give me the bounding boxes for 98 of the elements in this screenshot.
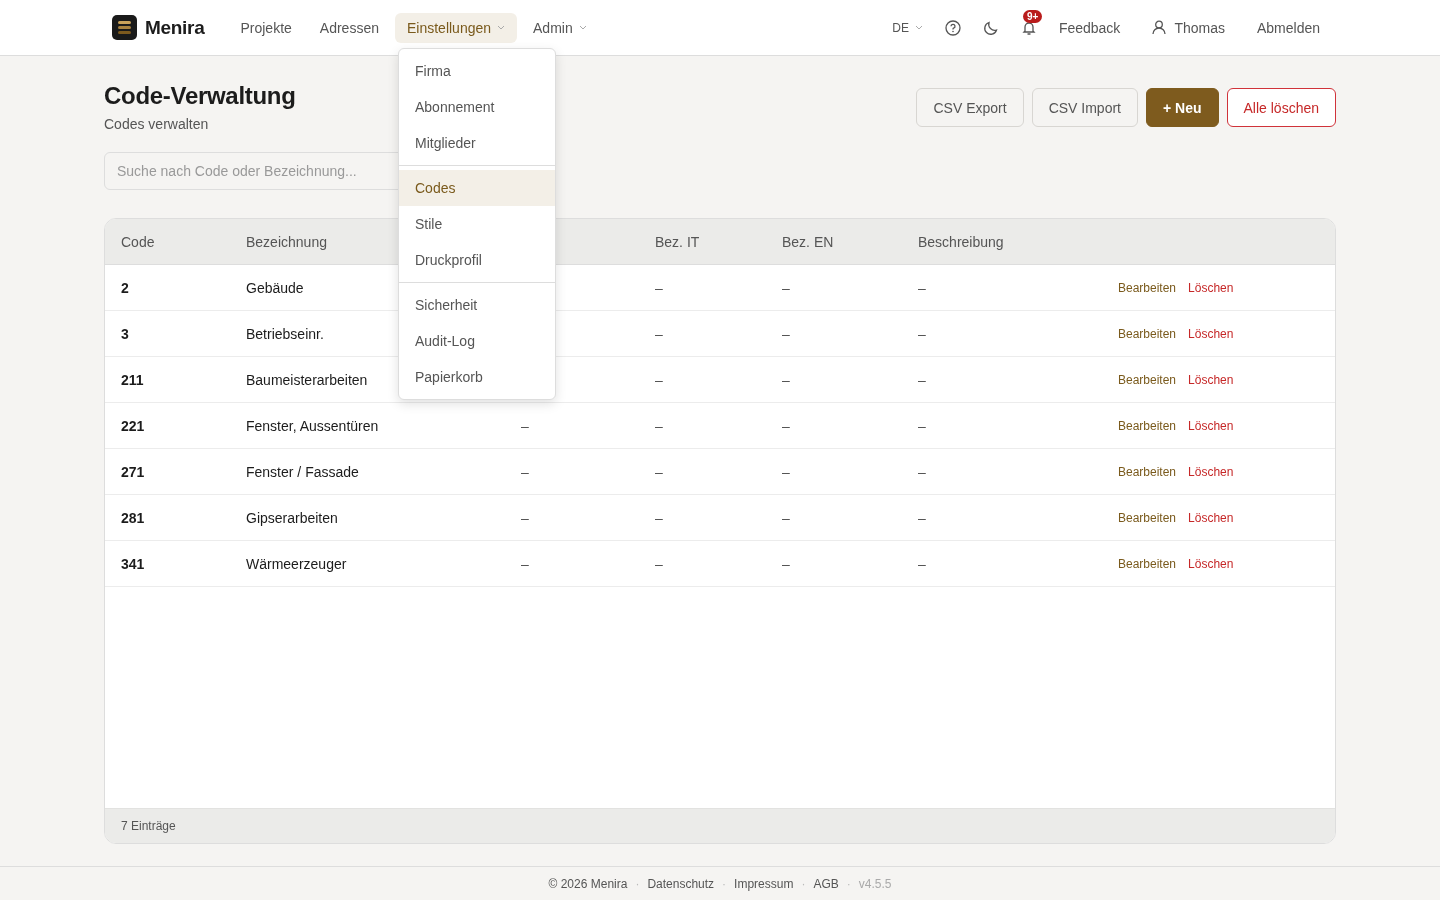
delete-link[interactable]: Löschen bbox=[1188, 418, 1234, 433]
delete-all-button[interactable]: Alle löschen bbox=[1226, 88, 1336, 127]
table-cell: Gebäude bbox=[246, 279, 304, 296]
logo-icon bbox=[112, 15, 137, 40]
page-subtitle: Codes verwalten bbox=[104, 116, 210, 132]
table-cell: – bbox=[918, 279, 926, 296]
edit-link[interactable]: Bearbeiten bbox=[1118, 372, 1177, 387]
table-cell: 221 bbox=[121, 417, 145, 434]
table-cell: – bbox=[655, 509, 663, 526]
separator-dot: · bbox=[846, 876, 851, 891]
footer-link[interactable]: Impressum bbox=[734, 876, 794, 891]
delete-link[interactable]: Löschen bbox=[1188, 556, 1234, 571]
table-cell: – bbox=[655, 417, 663, 434]
table-cell: Fenster, Aussentüren bbox=[246, 417, 379, 434]
table-cell: – bbox=[521, 555, 529, 572]
separator-dot: · bbox=[801, 876, 806, 891]
user-name: Thomas bbox=[1174, 19, 1225, 36]
footer-link[interactable]: Datenschutz bbox=[647, 876, 715, 891]
column-header: Bezeichnung bbox=[246, 233, 327, 250]
new-button[interactable]: + Neu bbox=[1146, 88, 1219, 127]
table-cell: – bbox=[655, 463, 663, 480]
table-cell: Fenster / Fassade bbox=[246, 463, 359, 480]
separator-dot: · bbox=[635, 876, 640, 891]
table-cell: – bbox=[521, 417, 529, 434]
menu-item[interactable]: Papierkorb bbox=[399, 359, 555, 395]
notification-badge: 9+ bbox=[1022, 9, 1043, 23]
feedback-link[interactable]: Feedback bbox=[1058, 19, 1121, 36]
delete-link[interactable]: Löschen bbox=[1188, 326, 1234, 341]
column-header: Bez. EN bbox=[782, 233, 834, 250]
table-cell: – bbox=[918, 463, 926, 480]
entry-count: 7 Einträge bbox=[121, 819, 176, 833]
table-cell: – bbox=[782, 279, 790, 296]
user-menu[interactable]: Thomas bbox=[1152, 19, 1225, 36]
table-cell: – bbox=[782, 417, 790, 434]
table-cell: – bbox=[782, 509, 790, 526]
moon-icon[interactable] bbox=[982, 19, 999, 36]
separator-dot: · bbox=[722, 876, 727, 891]
delete-link[interactable]: Löschen bbox=[1188, 510, 1234, 525]
table-cell: – bbox=[918, 555, 926, 572]
language-select[interactable]: DE bbox=[892, 20, 923, 35]
column-header: Beschreibung bbox=[918, 233, 1004, 250]
table-cell: 341 bbox=[121, 555, 145, 572]
delete-link[interactable]: Löschen bbox=[1188, 280, 1234, 295]
chevron-down-icon bbox=[914, 25, 923, 30]
table-cell: – bbox=[655, 325, 663, 342]
table-cell: Baumeisterarbeiten bbox=[246, 371, 368, 388]
table-cell: – bbox=[655, 555, 663, 572]
nav-item[interactable]: Einstellungen bbox=[394, 12, 518, 43]
brand-name: Menira bbox=[145, 16, 205, 39]
table-cell: – bbox=[782, 555, 790, 572]
edit-link[interactable]: Bearbeiten bbox=[1118, 510, 1177, 525]
table-cell: 2 bbox=[121, 279, 129, 296]
table-cell: Betriebseinr. bbox=[246, 325, 324, 342]
edit-link[interactable]: Bearbeiten bbox=[1118, 464, 1177, 479]
delete-link[interactable]: Löschen bbox=[1188, 372, 1234, 387]
nav-item[interactable]: Projekte bbox=[228, 12, 304, 43]
table-cell: – bbox=[655, 279, 663, 296]
table-cell: – bbox=[521, 463, 529, 480]
table-cell: – bbox=[782, 371, 790, 388]
menu-item[interactable]: Audit-Log bbox=[399, 323, 555, 359]
nav-item[interactable]: Admin bbox=[521, 12, 599, 43]
help-icon[interactable] bbox=[944, 19, 961, 36]
edit-link[interactable]: Bearbeiten bbox=[1118, 418, 1177, 433]
edit-link[interactable]: Bearbeiten bbox=[1118, 556, 1177, 571]
column-header: Code bbox=[121, 233, 155, 250]
menu-item[interactable]: Druckprofil bbox=[399, 242, 555, 278]
logout-link[interactable]: Abmelden bbox=[1256, 19, 1320, 36]
menu-item[interactable]: Stile bbox=[399, 206, 555, 242]
menu-item[interactable]: Codes bbox=[399, 170, 555, 206]
table-cell: – bbox=[918, 371, 926, 388]
table-cell: – bbox=[918, 325, 926, 342]
page-title: Code-Verwaltung bbox=[104, 82, 296, 110]
menu-item[interactable]: Sicherheit bbox=[399, 287, 555, 323]
action-button[interactable]: CSV Export bbox=[916, 88, 1024, 127]
table-cell: 281 bbox=[121, 509, 145, 526]
table-cell: – bbox=[918, 509, 926, 526]
nav-item[interactable]: Adressen bbox=[307, 12, 391, 43]
table-cell: 271 bbox=[121, 463, 145, 480]
table-cell: Wärmeerzeuger bbox=[246, 555, 347, 572]
edit-link[interactable]: Bearbeiten bbox=[1118, 280, 1177, 295]
table-cell: – bbox=[918, 417, 926, 434]
column-header: Bez. IT bbox=[655, 233, 700, 250]
copyright-text: © 2026 Menira bbox=[548, 876, 628, 891]
menu-item[interactable]: Firma bbox=[399, 53, 555, 89]
table-cell: – bbox=[782, 325, 790, 342]
menu-item[interactable]: Abonnement bbox=[399, 89, 555, 125]
action-button[interactable]: CSV Import bbox=[1031, 88, 1138, 127]
delete-link[interactable]: Löschen bbox=[1188, 464, 1234, 479]
table-cell: – bbox=[655, 371, 663, 388]
user-icon bbox=[1152, 20, 1167, 35]
table-cell: – bbox=[782, 463, 790, 480]
version-text: v4.5.5 bbox=[858, 876, 892, 891]
footer-link[interactable]: AGB bbox=[813, 876, 839, 891]
table-cell: – bbox=[521, 509, 529, 526]
table-cell: 211 bbox=[121, 371, 144, 388]
table-cell: Gipserarbeiten bbox=[246, 509, 338, 526]
edit-link[interactable]: Bearbeiten bbox=[1118, 326, 1177, 341]
table-cell: 3 bbox=[121, 325, 129, 342]
